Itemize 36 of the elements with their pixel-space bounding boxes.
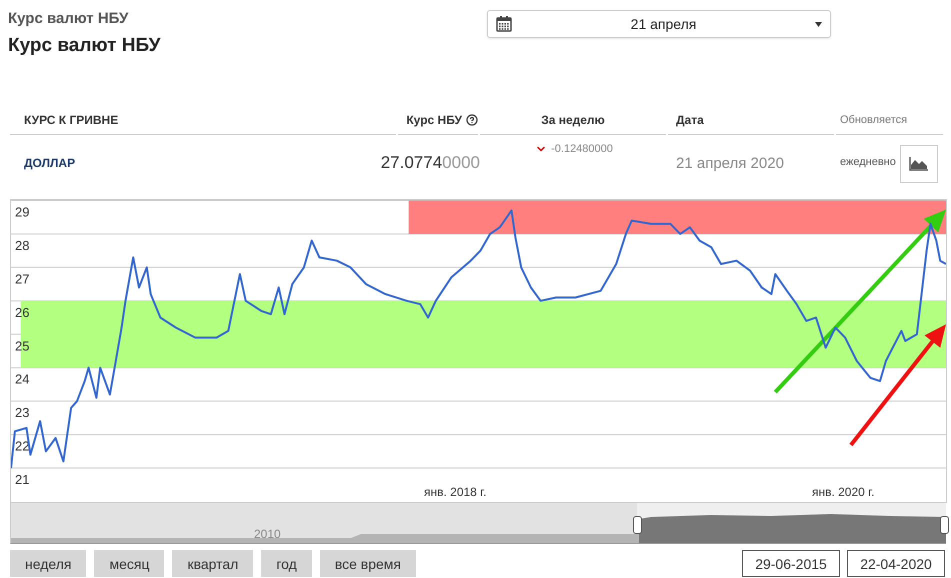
- column-header: Дата: [676, 113, 704, 127]
- axis-label: 28: [15, 238, 30, 253]
- column-header: КУРС К ГРИВНЕ: [24, 113, 118, 127]
- weekly-change: -0.12480000: [551, 143, 613, 155]
- axis-label: 23: [15, 405, 30, 420]
- chart-button[interactable]: [900, 145, 938, 183]
- rate-value: 27.07740000: [380, 153, 480, 173]
- column-header: За неделю: [541, 113, 605, 127]
- axis-label: 29: [15, 204, 30, 220]
- page-title: Курс валют НБУ: [8, 35, 162, 57]
- column-header: Курс НБУ: [406, 113, 462, 127]
- axis-label: 21: [15, 472, 30, 488]
- range-button[interactable]: все время: [320, 550, 416, 577]
- end-date-field[interactable]: 22-04-2020: [847, 550, 945, 577]
- range-handle[interactable]: [940, 516, 949, 534]
- range-handle[interactable]: [633, 516, 642, 534]
- axis-label: 27: [15, 271, 30, 286]
- currency-name: ДОЛЛАР: [24, 156, 76, 170]
- caret-icon: [815, 22, 822, 26]
- range-button[interactable]: месяц: [94, 550, 164, 577]
- range-button[interactable]: квартал: [172, 550, 254, 577]
- help-icon[interactable]: [466, 114, 478, 126]
- column-header: Обновляется: [840, 114, 908, 126]
- rate-date: 21 апреля 2020: [676, 154, 784, 172]
- axis-label: 24: [15, 372, 30, 387]
- start-date-field[interactable]: 29-06-2015: [742, 550, 840, 577]
- year-label: 2010: [254, 527, 281, 541]
- calendar-icon: [496, 16, 512, 32]
- axis-label: янв. 2020 г.: [812, 485, 874, 499]
- breadcrumb: Курс валют НБУ: [8, 10, 130, 27]
- range-button[interactable]: неделя: [10, 550, 86, 577]
- date-dropdown[interactable]: 21 апреля: [487, 10, 831, 38]
- axis-label: янв. 2018 г.: [424, 485, 486, 499]
- range-button[interactable]: год: [261, 550, 312, 577]
- area-chart-icon: [908, 157, 929, 171]
- update-frequency: ежедневно: [840, 156, 896, 168]
